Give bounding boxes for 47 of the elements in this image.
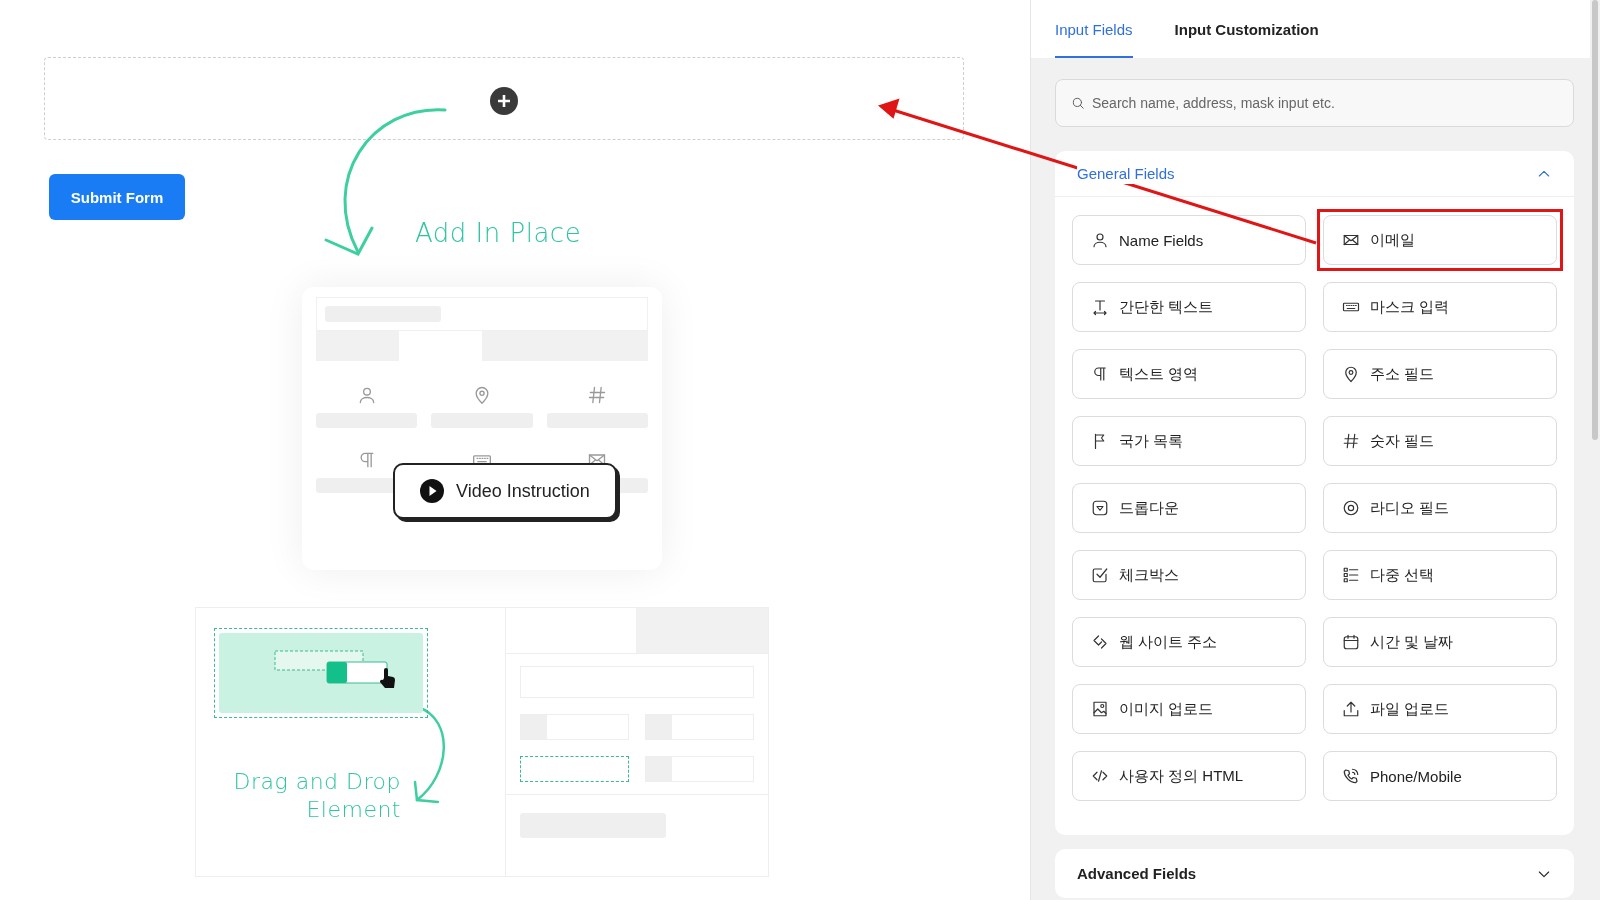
hash-icon (587, 385, 608, 405)
section-header[interactable]: General Fields (1055, 151, 1574, 197)
field-type-button[interactable]: 라디오 필드 (1323, 483, 1557, 533)
checkbox-icon (1091, 566, 1109, 584)
field-type-button[interactable]: Phone/Mobile (1323, 751, 1557, 801)
dropdown-icon (1091, 499, 1109, 517)
link-icon (1091, 633, 1109, 651)
panel-tab[interactable]: Input Fields (1055, 0, 1133, 58)
add-in-place-label: Add In Place (415, 218, 582, 248)
field-type-button[interactable]: 주소 필드 (1323, 349, 1557, 399)
list-icon (1342, 566, 1360, 584)
scrollbar[interactable] (1590, 0, 1600, 900)
field-type-button[interactable]: 다중 선택 (1323, 550, 1557, 600)
field-type-button[interactable]: 파일 업로드 (1323, 684, 1557, 734)
field-type-button[interactable]: 이메일 (1323, 215, 1557, 265)
drag-and-drop-label: Drag and Drop Element (232, 768, 401, 824)
field-type-button[interactable]: 시간 및 날짜 (1323, 617, 1557, 667)
field-type-button[interactable]: 체크박스 (1072, 550, 1306, 600)
field-type-button[interactable]: 이미지 업로드 (1072, 684, 1306, 734)
video-instruction-button[interactable]: Video Instruction (393, 463, 617, 519)
field-type-button[interactable]: 웹 사이트 주소 (1072, 617, 1306, 667)
field-type-button[interactable]: 사용자 정의 HTML (1072, 751, 1306, 801)
plus-icon[interactable] (490, 87, 518, 115)
upload-icon (1342, 700, 1360, 718)
person-icon (1091, 231, 1109, 249)
panel-tab[interactable]: Input Customization (1174, 0, 1319, 58)
paragraph-icon (1091, 365, 1109, 383)
field-type-button[interactable]: 숫자 필드 (1323, 416, 1557, 466)
phone-icon (1342, 767, 1360, 785)
calendar-icon (1342, 633, 1360, 651)
hash-icon (1342, 432, 1360, 450)
field-type-button[interactable]: 간단한 텍스트 (1072, 282, 1306, 332)
field-type-button[interactable]: 텍스트 영역 (1072, 349, 1306, 399)
field-type-button[interactable]: Name Fields (1072, 215, 1306, 265)
field-type-button[interactable]: 드롭다운 (1072, 483, 1306, 533)
submit-button[interactable]: Submit Form (49, 174, 185, 220)
text-cursor-icon (1091, 298, 1109, 316)
radio-icon (1342, 499, 1360, 517)
field-type-button[interactable]: 국가 목록 (1072, 416, 1306, 466)
section-header[interactable]: Advanced Fields (1055, 849, 1574, 898)
code-icon (1091, 767, 1109, 785)
search-field[interactable]: Search name, address, mask input etc. (1055, 79, 1574, 127)
play-icon (420, 479, 445, 503)
search-icon (1071, 96, 1085, 110)
image-icon (1091, 700, 1109, 718)
location-pin-icon (1342, 365, 1360, 383)
field-type-button[interactable]: 마스크 입력 (1323, 282, 1557, 332)
